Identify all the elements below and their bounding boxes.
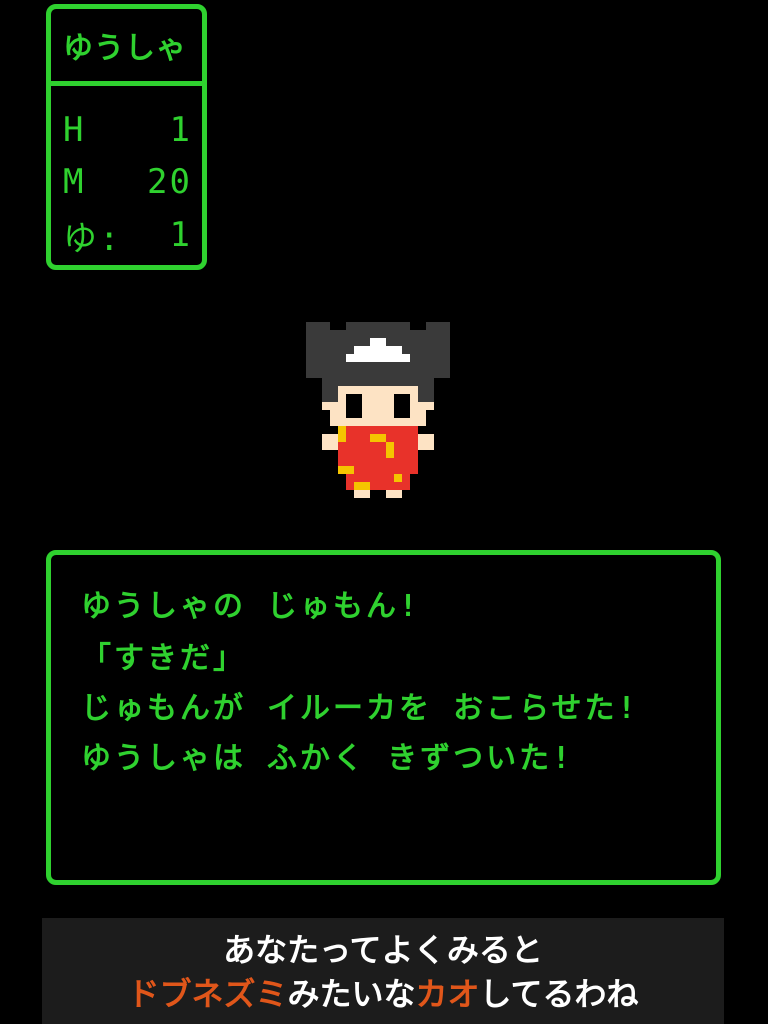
stat-mp-value: 20 — [147, 162, 192, 202]
stat-hp-value: 1 — [169, 110, 192, 150]
message-line: ゆうしゃの じゅもん! — [81, 589, 421, 624]
message-line: 「すきだ」 — [81, 641, 246, 676]
caption-highlight: ドブネズミ — [127, 975, 288, 1013]
status-window: ゆうしゃ H 1 M 20 ゆ: 1 — [46, 4, 207, 270]
stat-yu-value: 1 — [169, 215, 192, 255]
hero-girl-sprite — [306, 322, 450, 498]
stat-mp-label: M — [63, 162, 86, 202]
message-window[interactable]: ゆうしゃの じゅもん! 「すきだ」 じゅもんが イルーカを おこらせた! ゆうし… — [46, 550, 721, 885]
caption-highlight: カオ — [415, 975, 480, 1013]
stat-hp-label: H — [63, 110, 86, 150]
caption-text: みたいな — [287, 975, 416, 1013]
message-line: じゅもんが イルーカを おこらせた! — [81, 691, 639, 726]
character-name: ゆうしゃ — [51, 9, 202, 86]
caption-line-1: あなたってよくみると — [223, 931, 543, 969]
stat-yu-label: ゆ: — [63, 218, 122, 259]
stat-hp-row: H 1 — [63, 105, 192, 155]
caption-text: してるわね — [479, 975, 639, 1013]
message-line: ゆうしゃは ふかく きずついた! — [81, 741, 574, 776]
caption-line-2: ドブネズミみたいなカオしてるわね — [42, 972, 724, 1016]
caption-box: あなたってよくみると ドブネズミみたいなカオしてるわね — [42, 918, 724, 1024]
stat-yu-row: ゆ: 1 — [63, 210, 192, 260]
stat-mp-row: M 20 — [63, 157, 192, 207]
